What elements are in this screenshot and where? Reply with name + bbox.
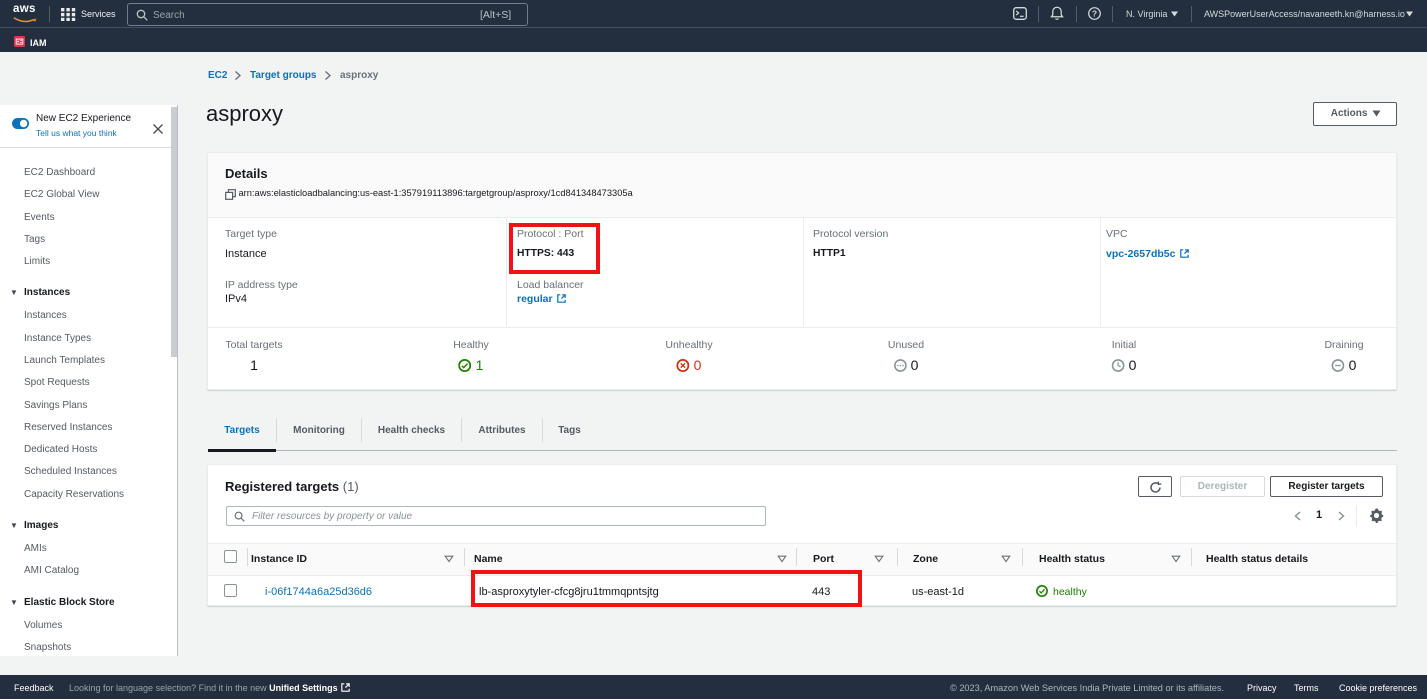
svg-text:?: ? bbox=[1092, 9, 1097, 19]
